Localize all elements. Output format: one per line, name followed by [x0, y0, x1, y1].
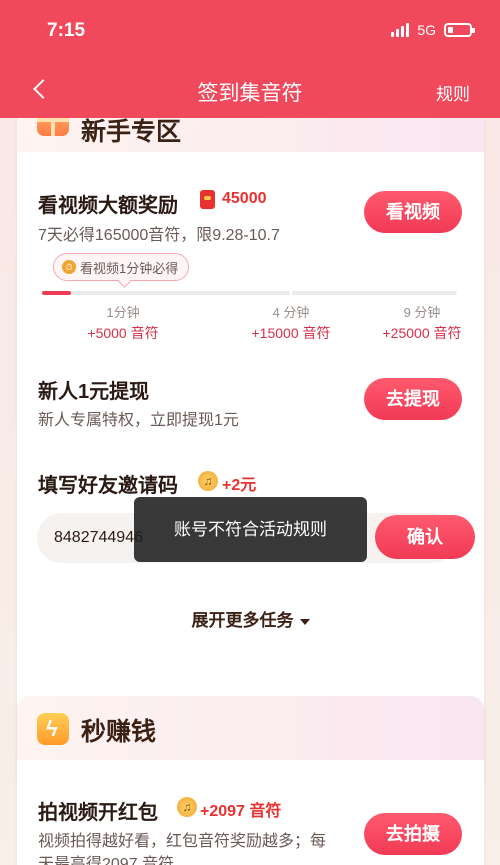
milestone-reward: +15000 音符: [251, 325, 331, 341]
music-note-icon: ♫: [177, 797, 197, 817]
shoot-task-title: 拍视频开红包: [38, 802, 158, 824]
expand-more-tasks[interactable]: 展开更多任务: [17, 606, 484, 631]
video-task-desc: 7天必得165000音符，限9.28-10.7: [38, 227, 280, 244]
video-task-reward: 45000: [222, 190, 267, 207]
withdraw-task-desc: 新人专属特权，立即提现1元: [38, 412, 239, 429]
music-note-icon: ♫: [198, 471, 218, 491]
newbie-section-title: 新手专区: [81, 118, 182, 146]
progress-tick: [290, 291, 292, 295]
invite-task-title: 填写好友邀请码: [38, 475, 178, 497]
withdraw-task-title: 新人1元提现: [38, 381, 150, 403]
video-progress-bar: [42, 291, 457, 295]
milestone-time: 1分钟: [106, 305, 140, 320]
quick-earn-card: ϟ 秒赚钱 拍视频开红包 ♫ +2097 音符 视频拍得越好看，红包音符奖励越多…: [17, 696, 484, 865]
toast-message: 账号不符合活动规则: [134, 497, 367, 562]
status-time: 7:15: [47, 20, 86, 41]
red-packet-icon: [200, 190, 215, 209]
caret-down-icon: [299, 618, 310, 625]
milestone-2: 4 分钟 +15000 音符: [236, 302, 346, 343]
milestone-1: 1分钟 +5000 音符: [68, 302, 178, 343]
confirm-button[interactable]: 确认: [375, 515, 475, 559]
status-bar: 7:15 5G: [0, 0, 500, 62]
tooltip-text: 看视频1分钟必得: [80, 260, 179, 276]
rules-link[interactable]: 规则: [436, 80, 470, 105]
milestone-reward: +5000 音符: [87, 325, 159, 341]
video-task-title: 看视频大额奖励: [38, 195, 178, 217]
page-title: 签到集音符: [197, 82, 303, 105]
shoot-task-reward: +2097 音符: [200, 803, 282, 820]
invite-code-input[interactable]: 8482744946: [54, 529, 143, 547]
newbie-card: 新手专区 看视频大额奖励 45000 7天必得165000音符，限9.28-10…: [17, 118, 484, 790]
quick-earn-title: 秒赚钱: [81, 718, 157, 746]
milestone-time: 4 分钟: [272, 305, 310, 320]
gift-icon: [37, 118, 69, 136]
shoot-button[interactable]: 去拍摄: [364, 813, 462, 855]
clock-icon: ⏱: [62, 260, 76, 274]
watch-video-button[interactable]: 看视频: [364, 191, 462, 233]
milestone-3: 9 分钟 +25000 音符: [367, 302, 477, 343]
nav-bar: 签到集音符 规则: [0, 62, 500, 118]
lightning-icon: ϟ: [37, 713, 69, 745]
video-tooltip: ⏱ 看视频1分钟必得: [53, 253, 190, 281]
shoot-task-desc-line2: 天最高得2097 音符: [38, 856, 175, 865]
withdraw-button[interactable]: 去提现: [364, 378, 462, 420]
newbie-card-header: 新手专区: [17, 118, 484, 152]
network-label: 5G: [417, 22, 436, 38]
quick-earn-header: ϟ 秒赚钱: [17, 696, 484, 760]
main-content: 新手专区 看视频大额奖励 45000 7天必得165000音符，限9.28-10…: [0, 118, 500, 865]
shoot-task-desc-line1: 视频拍得越好看，红包音符奖励越多；每: [38, 833, 327, 850]
milestone-time: 9 分钟: [403, 305, 441, 320]
video-progress-fill: [42, 291, 72, 295]
expand-label: 展开更多任务: [191, 611, 294, 630]
milestone-reward: +25000 音符: [382, 325, 462, 341]
signal-icon: [391, 23, 410, 37]
status-indicators: 5G: [391, 22, 475, 38]
invite-task-reward: +2元: [222, 477, 257, 494]
battery-icon: [444, 23, 475, 37]
